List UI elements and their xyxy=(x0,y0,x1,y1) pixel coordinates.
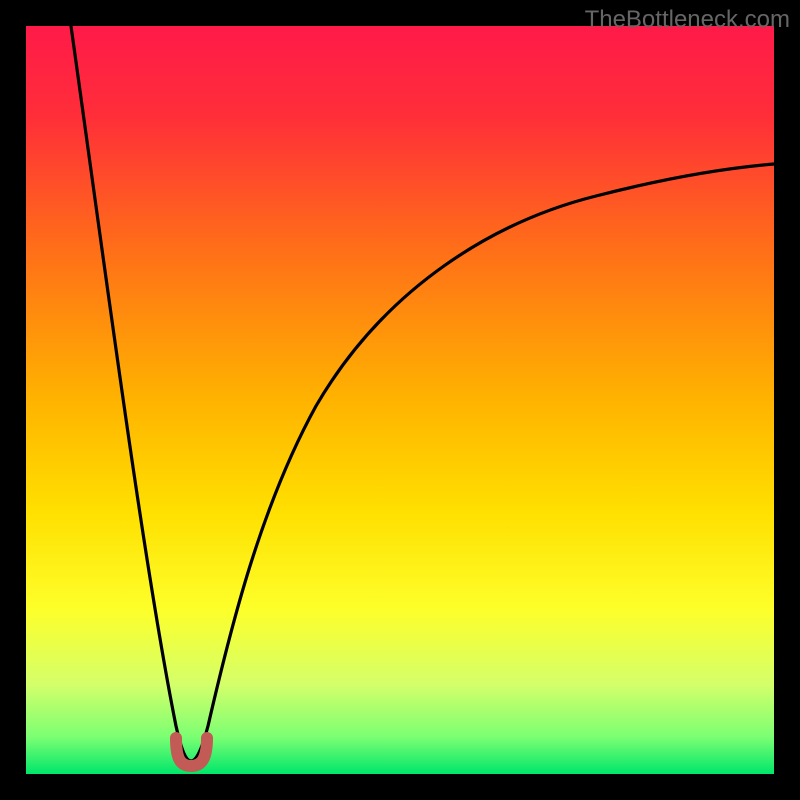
watermark-text: TheBottleneck.com xyxy=(585,6,790,34)
plot-area xyxy=(26,26,774,774)
gradient-background xyxy=(26,26,774,774)
chart-svg xyxy=(26,26,774,774)
